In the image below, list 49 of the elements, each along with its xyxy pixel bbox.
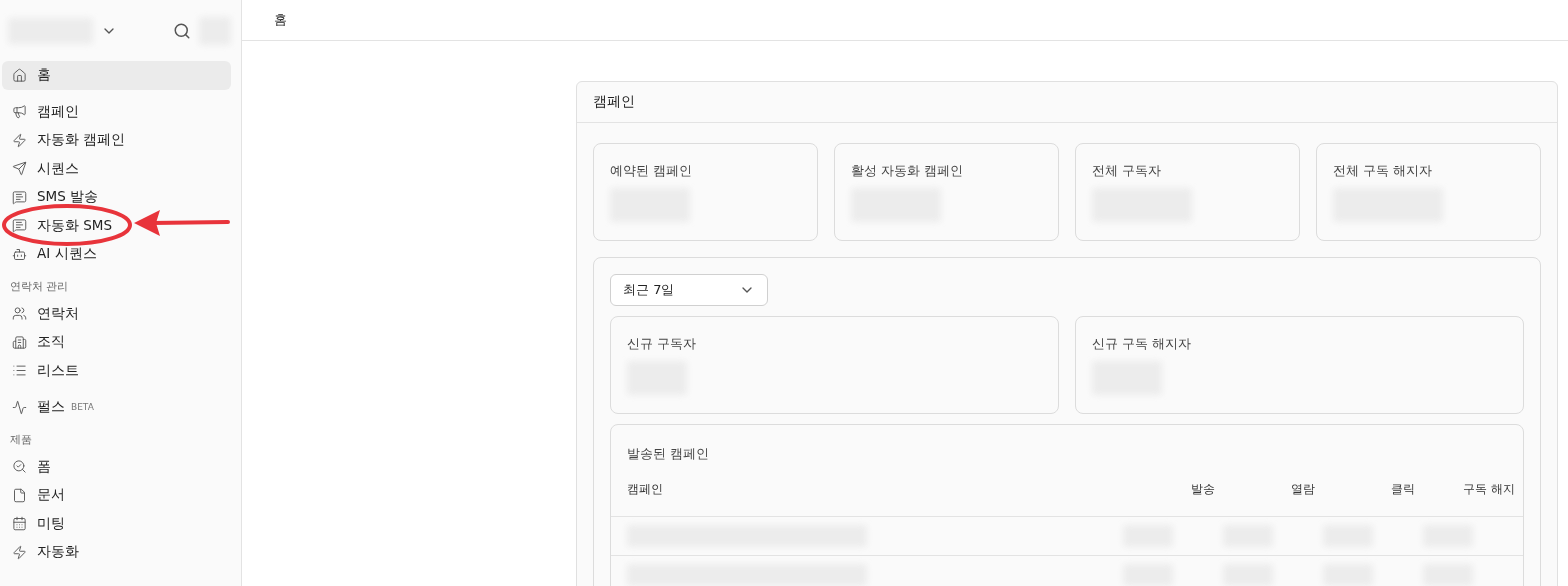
nav-icon bbox=[12, 161, 27, 177]
sidebar-item[interactable]: 연락처 bbox=[2, 299, 231, 328]
column-header: 캠페인 bbox=[627, 481, 664, 498]
stat-label: 예약된 캠페인 bbox=[610, 162, 694, 180]
column-header: 발송 bbox=[1190, 481, 1216, 498]
sidebar-item[interactable]: SMS 발송 bbox=[2, 183, 231, 212]
nav-icon bbox=[12, 246, 27, 262]
section-heading: 연락처 관리 bbox=[9, 278, 70, 295]
nav-icon bbox=[12, 487, 27, 503]
column-header: 클릭 bbox=[1390, 481, 1416, 498]
sidebar-item[interactable]: 미팅 bbox=[2, 509, 231, 538]
nav-icon bbox=[12, 104, 27, 120]
column-header: 열람 bbox=[1290, 481, 1316, 498]
stat-label: 신규 구독 해지자 bbox=[1092, 335, 1193, 353]
nav-icon bbox=[12, 363, 27, 379]
stat-label: 전체 구독 해지자 bbox=[1333, 162, 1434, 180]
sidebar-item[interactable]: AI 시퀀스 bbox=[2, 240, 231, 269]
nav-icon bbox=[12, 132, 27, 148]
card-title: 발송된 캠페인 bbox=[627, 445, 711, 463]
sidebar-item[interactable]: 조직 bbox=[2, 328, 231, 357]
section-heading: 제품 bbox=[9, 431, 33, 448]
sidebar-item[interactable]: 자동화 캠페인 bbox=[2, 126, 231, 155]
nav-icon bbox=[12, 334, 27, 350]
sidebar-item[interactable]: 리스트 bbox=[2, 356, 231, 385]
nav-icon bbox=[12, 544, 27, 560]
sidebar-item[interactable]: 홈 bbox=[2, 61, 231, 90]
stat-label: 신규 구독자 bbox=[627, 335, 698, 353]
period-dropdown[interactable]: 최근 7일 bbox=[610, 274, 768, 306]
sidebar-item[interactable]: 폼 bbox=[2, 452, 231, 481]
search-icon[interactable] bbox=[173, 22, 191, 40]
nav-icon bbox=[12, 459, 27, 475]
sidebar-item[interactable]: 자동화 SMS bbox=[2, 211, 231, 240]
sidebar-item[interactable]: 자동화 bbox=[2, 538, 231, 567]
sidebar-item[interactable]: 시퀀스 bbox=[2, 154, 231, 183]
nav-icon bbox=[12, 399, 27, 415]
column-header: 구독 해지 bbox=[1462, 481, 1516, 498]
nav-icon bbox=[12, 218, 27, 234]
sidebar-item[interactable]: 문서 bbox=[2, 481, 231, 510]
nav-icon bbox=[12, 189, 27, 205]
nav-icon bbox=[12, 67, 27, 83]
nav-icon bbox=[12, 306, 27, 322]
stat-label: 활성 자동화 캠페인 bbox=[851, 162, 965, 180]
breadcrumb: 홈 bbox=[274, 11, 287, 29]
sidebar-item[interactable]: 캠페인 bbox=[2, 97, 231, 126]
beta-label: BETA bbox=[71, 402, 94, 413]
panel-title: 캠페인 bbox=[593, 93, 635, 111]
nav-icon bbox=[12, 516, 27, 532]
sidebar-item[interactable]: 펄스 BETA bbox=[2, 393, 231, 422]
stat-label: 전체 구독자 bbox=[1092, 162, 1163, 180]
